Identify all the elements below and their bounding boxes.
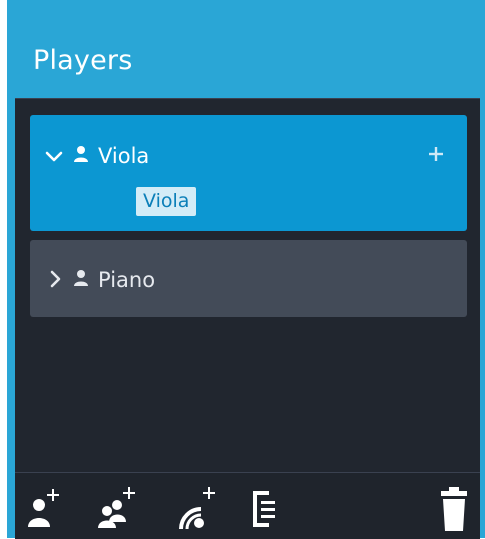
- add-player-icon[interactable]: [25, 481, 65, 533]
- add-group-icon[interactable]: [95, 481, 141, 533]
- players-panel: Players Viola Viola Piano: [7, 0, 485, 539]
- person-icon: [74, 270, 88, 286]
- player-row-piano[interactable]: Piano: [30, 240, 467, 317]
- player-name: Piano: [98, 268, 156, 292]
- panel-title: Players: [33, 45, 133, 76]
- delete-icon[interactable]: [437, 481, 471, 533]
- players-toolbar: [15, 472, 480, 539]
- chevron-down-icon[interactable]: [44, 147, 64, 167]
- plus-icon[interactable]: [427, 145, 445, 163]
- player-row-viola[interactable]: Viola Viola: [30, 115, 467, 231]
- instrument-chip[interactable]: Viola: [136, 187, 197, 216]
- chevron-right-icon[interactable]: [46, 269, 66, 289]
- add-sound-icon[interactable]: [175, 481, 221, 533]
- person-icon: [74, 146, 88, 162]
- player-name: Viola: [98, 144, 150, 168]
- panel-header: Players: [7, 0, 485, 98]
- layout-icon[interactable]: [247, 481, 283, 533]
- players-list: Viola Viola Piano: [15, 98, 480, 473]
